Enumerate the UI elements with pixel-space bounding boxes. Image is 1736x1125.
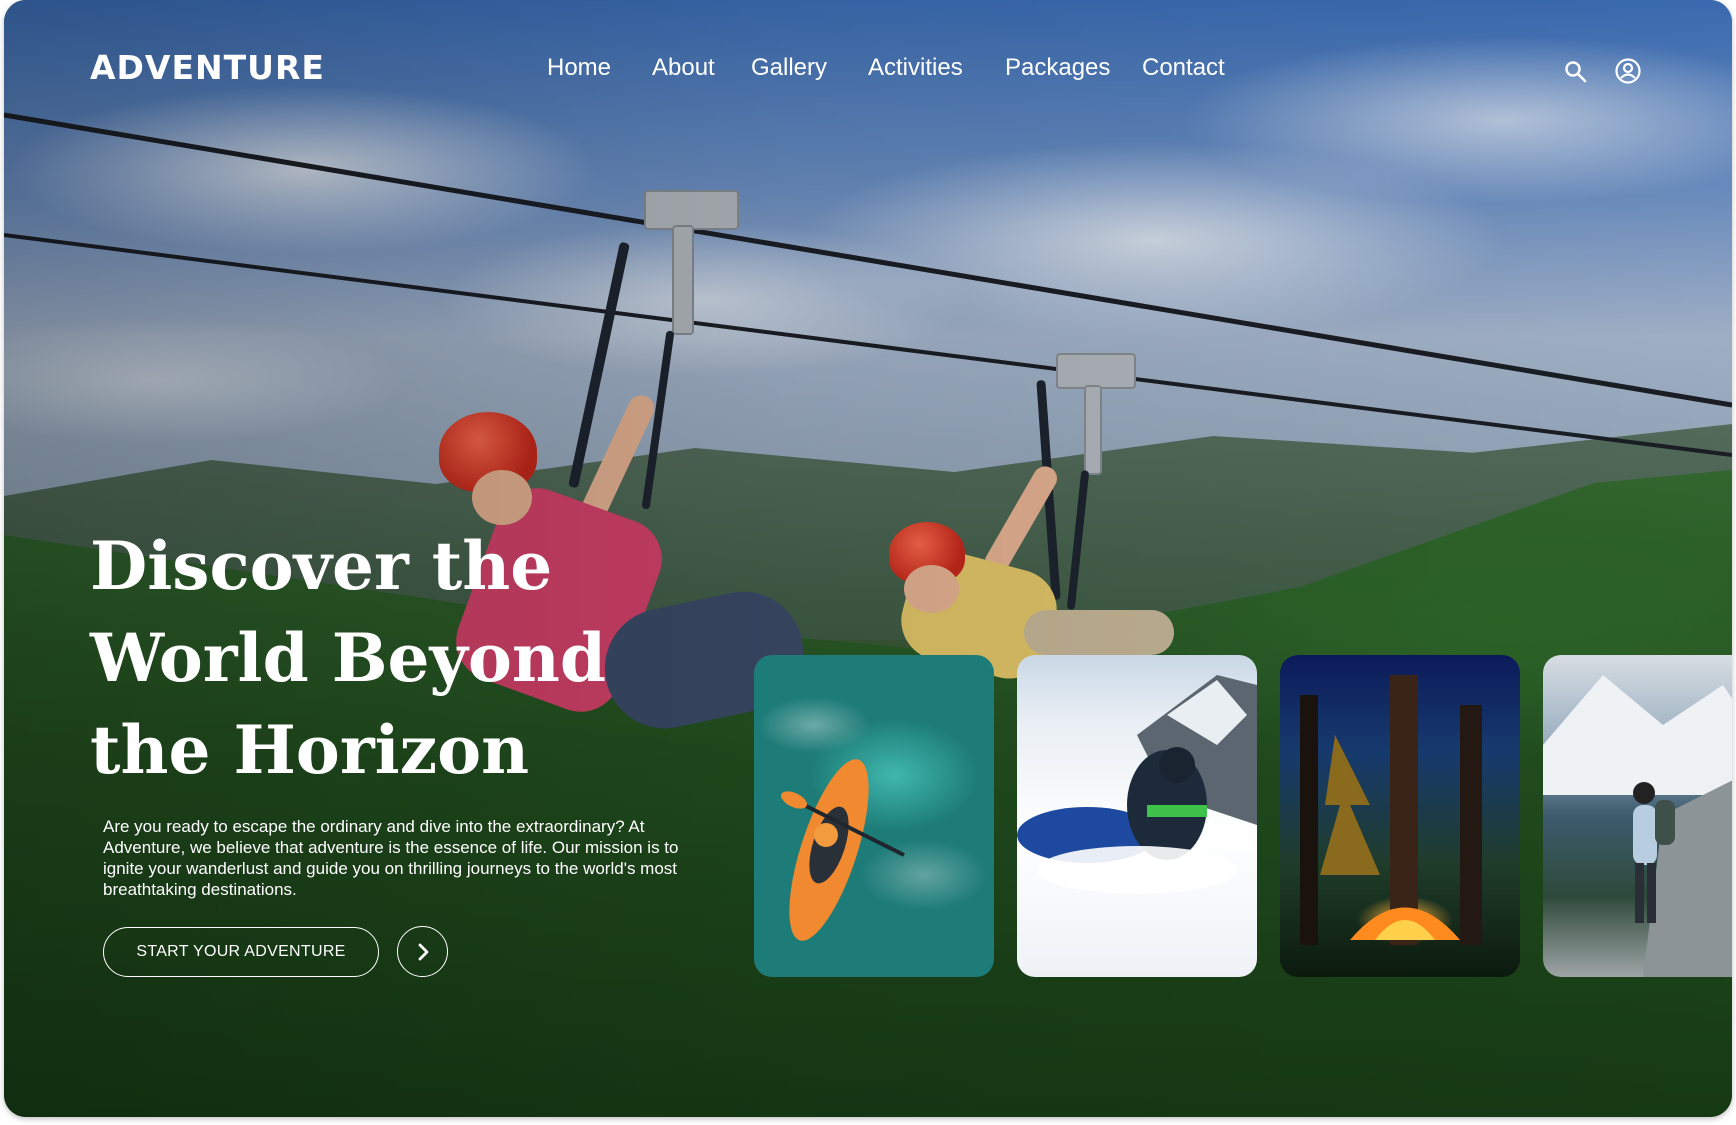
next-arrow-button[interactable] [397, 926, 448, 977]
hero-title-line: the Horizon [90, 711, 530, 789]
hero-description: Are you ready to escape the ordinary and… [103, 817, 679, 899]
kayak-image [780, 759, 905, 941]
nav-contact[interactable]: Contact [1142, 54, 1225, 82]
hero-title-line: Discover the [90, 527, 553, 605]
nav-about[interactable]: About [652, 54, 715, 82]
camping-image [1300, 675, 1482, 945]
hero-section: ADVENTURE Home About Gallery Activities … [4, 0, 1732, 1117]
hiking-image [1543, 675, 1732, 977]
chevron-right-icon [418, 943, 428, 960]
hero-title-line: World Beyond [90, 619, 607, 697]
snowmobile-image [1017, 675, 1257, 894]
nav-activities[interactable]: Activities [868, 54, 963, 82]
activity-card-hiking[interactable] [1543, 655, 1732, 977]
nav-home[interactable]: Home [547, 54, 611, 82]
nav-gallery[interactable]: Gallery [751, 54, 827, 82]
nav-packages[interactable]: Packages [1005, 54, 1110, 82]
activity-card-snowmobile[interactable] [1017, 655, 1257, 977]
activity-card-camping[interactable] [1280, 655, 1520, 977]
start-adventure-button[interactable]: START YOUR ADVENTURE [103, 927, 379, 977]
brand-logo[interactable]: ADVENTURE [90, 48, 325, 87]
user-circle-icon[interactable] [1614, 57, 1642, 85]
activity-card-kayaking[interactable] [754, 655, 994, 977]
hero-title: Discover the World Beyond the Horizon [90, 520, 650, 796]
search-icon[interactable] [1563, 59, 1589, 85]
